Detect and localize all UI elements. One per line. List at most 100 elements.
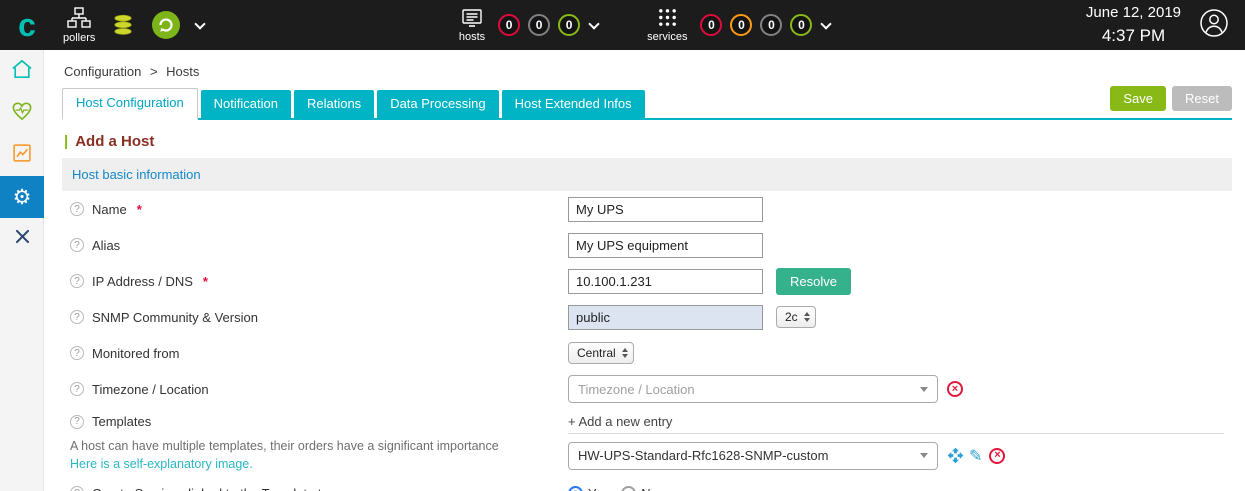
services-unknown-counter[interactable]: 0 [760, 14, 782, 36]
snmp-version-value: 2c [785, 310, 798, 324]
pollers-icon [67, 7, 91, 29]
breadcrumb-hosts: Hosts [166, 64, 199, 79]
timezone-placeholder: Timezone / Location [578, 382, 695, 397]
create-services-no-label[interactable]: No [641, 486, 658, 491]
form-row-template-entry: A host can have multiple templates, thei… [62, 436, 1232, 475]
help-icon[interactable]: ? [70, 274, 84, 288]
hosts-down-counter[interactable]: 0 [498, 14, 520, 36]
hosts-icon [461, 8, 483, 28]
hosts-menu[interactable]: hosts [459, 8, 485, 43]
add-template-entry-link[interactable]: + Add a new entry [568, 414, 672, 429]
timezone-label: Timezone / Location [92, 382, 209, 397]
required-mark: * [203, 274, 208, 289]
help-icon[interactable]: ? [70, 310, 84, 324]
snmp-version-select[interactable]: 2c [776, 306, 816, 328]
tab-data-processing[interactable]: Data Processing [377, 90, 498, 118]
heart-pulse-icon [11, 101, 33, 126]
user-profile-button[interactable] [1199, 8, 1229, 43]
services-icon [657, 7, 678, 28]
sidebar-item-administration[interactable] [0, 218, 44, 260]
chevron-down-icon [920, 453, 928, 458]
select-stepper-icon [804, 312, 810, 322]
database-icon [113, 13, 133, 37]
template-selected-value: HW-UPS-Standard-Rfc1628-SNMP-custom [578, 448, 828, 463]
sidebar-item-reporting[interactable] [0, 134, 44, 176]
breadcrumb-configuration[interactable]: Configuration [64, 64, 141, 79]
required-mark: * [137, 202, 142, 217]
tab-notification[interactable]: Notification [201, 90, 291, 118]
centreon-logo[interactable]: c [0, 2, 54, 48]
help-icon[interactable]: ? [70, 346, 84, 360]
snmp-label: SNMP Community & Version [92, 310, 258, 325]
templates-help-link[interactable]: Here is a self-explanatory image. [70, 456, 253, 474]
tab-host-extended-infos[interactable]: Host Extended Infos [502, 90, 645, 118]
gear-icon: ⚙ [13, 187, 32, 208]
chart-icon [12, 143, 32, 168]
breadcrumb-separator: > [150, 64, 158, 79]
section-host-basic-information: Host basic information [62, 158, 1232, 191]
sidebar-item-home[interactable] [0, 50, 44, 92]
create-services-no-radio[interactable] [621, 486, 636, 491]
tools-icon [13, 227, 32, 251]
hosts-label: hosts [459, 31, 485, 43]
hosts-unreachable-counter[interactable]: 0 [528, 14, 550, 36]
services-label: services [647, 31, 687, 43]
sidebar-item-monitoring[interactable] [0, 92, 44, 134]
form-row-templates: ? Templates + Add a new entry [62, 407, 1232, 436]
tab-bar: Host Configuration Notification Relation… [62, 90, 1232, 120]
tab-relations[interactable]: Relations [294, 90, 374, 118]
refresh-circle-icon [151, 10, 181, 40]
services-menu[interactable]: services [647, 7, 687, 43]
hosts-dropdown-chevron-icon[interactable] [588, 18, 599, 29]
monitored-from-value: Central [577, 346, 616, 360]
page-title-text: Add a Host [75, 133, 154, 150]
resolve-button[interactable]: Resolve [776, 268, 851, 295]
create-services-label: Create Services linked to the Template t… [92, 486, 336, 491]
tab-host-configuration[interactable]: Host Configuration [62, 88, 198, 120]
form-row-snmp: ? SNMP Community & Version 2c [62, 299, 1232, 335]
ip-address-input[interactable] [568, 269, 763, 294]
save-button[interactable]: Save [1110, 86, 1166, 111]
template-select[interactable]: HW-UPS-Standard-Rfc1628-SNMP-custom [568, 442, 938, 470]
edit-template-icon[interactable]: ✎ [969, 448, 982, 464]
topbar: c pollers [0, 0, 1245, 50]
hosts-up-counter[interactable]: 0 [558, 14, 580, 36]
templates-label: Templates [92, 414, 151, 429]
services-warning-counter[interactable]: 0 [730, 14, 752, 36]
move-template-icon[interactable] [947, 447, 964, 464]
services-critical-counter[interactable]: 0 [700, 14, 722, 36]
database-status[interactable] [113, 13, 133, 37]
sidebar: ⚙ [0, 50, 44, 491]
poller-dropdown-chevron-icon[interactable] [195, 18, 206, 29]
sidebar-item-configuration[interactable]: ⚙ [0, 176, 44, 218]
monitored-from-select[interactable]: Central [568, 342, 634, 364]
user-icon [1199, 8, 1229, 43]
form-row-alias: ? Alias [62, 227, 1232, 263]
form-row-create-services: ? Create Services linked to the Template… [62, 475, 1232, 491]
create-services-yes-label[interactable]: Yes [588, 486, 609, 491]
help-icon[interactable]: ? [70, 415, 84, 429]
template-entry-actions: ✎ × [947, 447, 1005, 464]
help-icon[interactable]: ? [70, 382, 84, 396]
services-ok-counter[interactable]: 0 [790, 14, 812, 36]
timezone-clear-icon[interactable]: × [947, 381, 963, 397]
form-row-ip-address: ? IP Address / DNS * Resolve [62, 263, 1232, 299]
create-services-yes-radio[interactable] [568, 486, 583, 491]
delete-template-icon[interactable]: × [989, 448, 1005, 464]
pollers-menu[interactable]: pollers [63, 7, 95, 44]
snmp-community-input[interactable] [568, 305, 763, 330]
services-dropdown-chevron-icon[interactable] [821, 18, 832, 29]
reset-button[interactable]: Reset [1172, 86, 1232, 111]
clock: June 12, 2019 4:37 PM [1086, 2, 1181, 48]
help-icon[interactable]: ? [70, 202, 84, 216]
name-input[interactable] [568, 197, 763, 222]
timezone-select[interactable]: Timezone / Location [568, 375, 938, 403]
home-icon [11, 59, 33, 84]
alias-input[interactable] [568, 233, 763, 258]
services-status-block: services 0 0 0 0 [638, 7, 836, 43]
help-icon[interactable]: ? [70, 486, 84, 491]
export-configuration[interactable] [151, 10, 181, 40]
form-actions: Save Reset [1110, 86, 1232, 111]
current-time: 4:37 PM [1086, 24, 1181, 49]
help-icon[interactable]: ? [70, 238, 84, 252]
